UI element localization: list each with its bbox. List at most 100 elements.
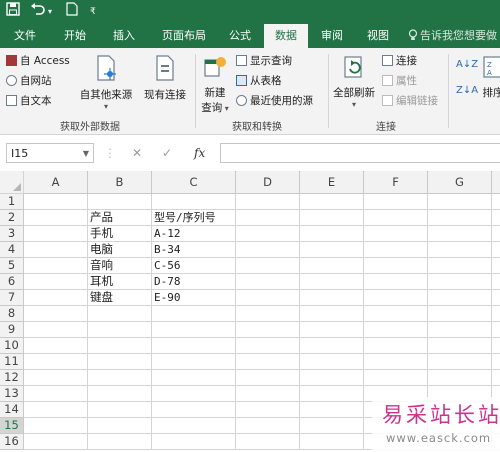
from-access-button[interactable]: 自 Access — [6, 52, 70, 70]
cell-a10[interactable] — [24, 338, 88, 354]
row-header-4[interactable]: 4 — [0, 242, 24, 258]
cell-d12[interactable] — [236, 370, 300, 386]
recent-sources-button[interactable]: 最近使用的源 — [236, 92, 313, 110]
row-header-7[interactable]: 7 — [0, 290, 24, 306]
cell-e4[interactable] — [300, 242, 364, 258]
cell-a5[interactable] — [24, 258, 88, 274]
cell-b5[interactable]: 音响 — [88, 258, 152, 274]
cell-c12[interactable] — [152, 370, 236, 386]
save-icon[interactable] — [6, 2, 20, 22]
column-header-b[interactable]: B — [88, 171, 152, 194]
cell-a13[interactable] — [24, 386, 88, 402]
cell-a7[interactable] — [24, 290, 88, 306]
column-header-e[interactable]: E — [300, 171, 364, 194]
cell-f8[interactable] — [364, 306, 428, 322]
row-header-8[interactable]: 8 — [0, 306, 24, 322]
cell-c14[interactable] — [152, 402, 236, 418]
cell-c15[interactable] — [152, 418, 236, 434]
cell-d5[interactable] — [236, 258, 300, 274]
cell-a6[interactable] — [24, 274, 88, 290]
name-box-dropdown-icon[interactable]: ▼ — [83, 144, 89, 164]
row-header-11[interactable]: 11 — [0, 354, 24, 370]
cell-b10[interactable] — [88, 338, 152, 354]
from-text-button[interactable]: 自文本 — [6, 92, 52, 110]
cell-c10[interactable] — [152, 338, 236, 354]
row-header-5[interactable]: 5 — [0, 258, 24, 274]
row-header-3[interactable]: 3 — [0, 226, 24, 242]
cell-e16[interactable] — [300, 434, 364, 450]
cell-g9[interactable] — [428, 322, 492, 338]
cell-g5[interactable] — [428, 258, 492, 274]
cell-a1[interactable] — [24, 194, 88, 210]
edit-links-button[interactable]: 编辑链接 — [382, 92, 438, 110]
cell-c3[interactable]: A-12 — [152, 226, 236, 242]
cell-e7[interactable] — [300, 290, 364, 306]
sort-za-button[interactable]: Z↓A — [456, 82, 478, 100]
cell-f9[interactable] — [364, 322, 428, 338]
cell-d2[interactable] — [236, 210, 300, 226]
row-header-1[interactable]: 1 — [0, 194, 24, 210]
row-header-14[interactable]: 14 — [0, 402, 24, 418]
cell-h8[interactable] — [492, 306, 500, 322]
row-header-2[interactable]: 2 — [0, 210, 24, 226]
cell-f12[interactable] — [364, 370, 428, 386]
cell-e15[interactable] — [300, 418, 364, 434]
cell-c16[interactable] — [152, 434, 236, 450]
cell-d6[interactable] — [236, 274, 300, 290]
cell-d16[interactable] — [236, 434, 300, 450]
cell-d4[interactable] — [236, 242, 300, 258]
formula-input[interactable] — [220, 143, 500, 163]
cell-c6[interactable]: D-78 — [152, 274, 236, 290]
tab-file[interactable]: 文件 — [4, 24, 46, 48]
cell-d8[interactable] — [236, 306, 300, 322]
cell-d15[interactable] — [236, 418, 300, 434]
cell-c1[interactable] — [152, 194, 236, 210]
cell-e9[interactable] — [300, 322, 364, 338]
column-header-f[interactable]: F — [364, 171, 428, 194]
cell-b14[interactable] — [88, 402, 152, 418]
cell-b2[interactable]: 产品 — [88, 210, 152, 226]
row-header-9[interactable]: 9 — [0, 322, 24, 338]
cell-e11[interactable] — [300, 354, 364, 370]
cell-a15[interactable] — [24, 418, 88, 434]
cell-h9[interactable] — [492, 322, 500, 338]
cell-b16[interactable] — [88, 434, 152, 450]
cell-b8[interactable] — [88, 306, 152, 322]
cell-b11[interactable] — [88, 354, 152, 370]
cell-e2[interactable] — [300, 210, 364, 226]
row-header-12[interactable]: 12 — [0, 370, 24, 386]
chevron-down-icon[interactable]: ▾ — [48, 2, 52, 22]
cell-h1[interactable] — [492, 194, 500, 210]
cell-d7[interactable] — [236, 290, 300, 306]
tab-page-layout[interactable]: 页面布局 — [152, 24, 216, 48]
cell-c13[interactable] — [152, 386, 236, 402]
cell-a3[interactable] — [24, 226, 88, 242]
cell-b1[interactable] — [88, 194, 152, 210]
cell-f10[interactable] — [364, 338, 428, 354]
from-table-button[interactable]: 从表格 — [236, 72, 282, 90]
cell-g8[interactable] — [428, 306, 492, 322]
cell-a12[interactable] — [24, 370, 88, 386]
sort-az-button[interactable]: A↓Z — [456, 56, 478, 74]
cell-e1[interactable] — [300, 194, 364, 210]
cell-e6[interactable] — [300, 274, 364, 290]
customize-icon[interactable]: ₹ — [90, 2, 96, 22]
tab-review[interactable]: 审阅 — [314, 24, 350, 48]
cancel-entry-button[interactable]: ✕ — [132, 143, 142, 163]
cell-e14[interactable] — [300, 402, 364, 418]
cell-h4[interactable] — [492, 242, 500, 258]
cell-a4[interactable] — [24, 242, 88, 258]
cell-g1[interactable] — [428, 194, 492, 210]
cell-c5[interactable]: C-56 — [152, 258, 236, 274]
cell-f3[interactable] — [364, 226, 428, 242]
connections-button[interactable]: 连接 — [382, 52, 417, 70]
undo-icon[interactable] — [30, 2, 46, 22]
cell-g11[interactable] — [428, 354, 492, 370]
cell-c2[interactable]: 型号/序列号 — [152, 210, 236, 226]
cell-g4[interactable] — [428, 242, 492, 258]
insert-function-button[interactable]: fx — [194, 143, 205, 163]
row-header-16[interactable]: 16 — [0, 434, 24, 450]
cell-e10[interactable] — [300, 338, 364, 354]
row-header-13[interactable]: 13 — [0, 386, 24, 402]
cell-f2[interactable] — [364, 210, 428, 226]
